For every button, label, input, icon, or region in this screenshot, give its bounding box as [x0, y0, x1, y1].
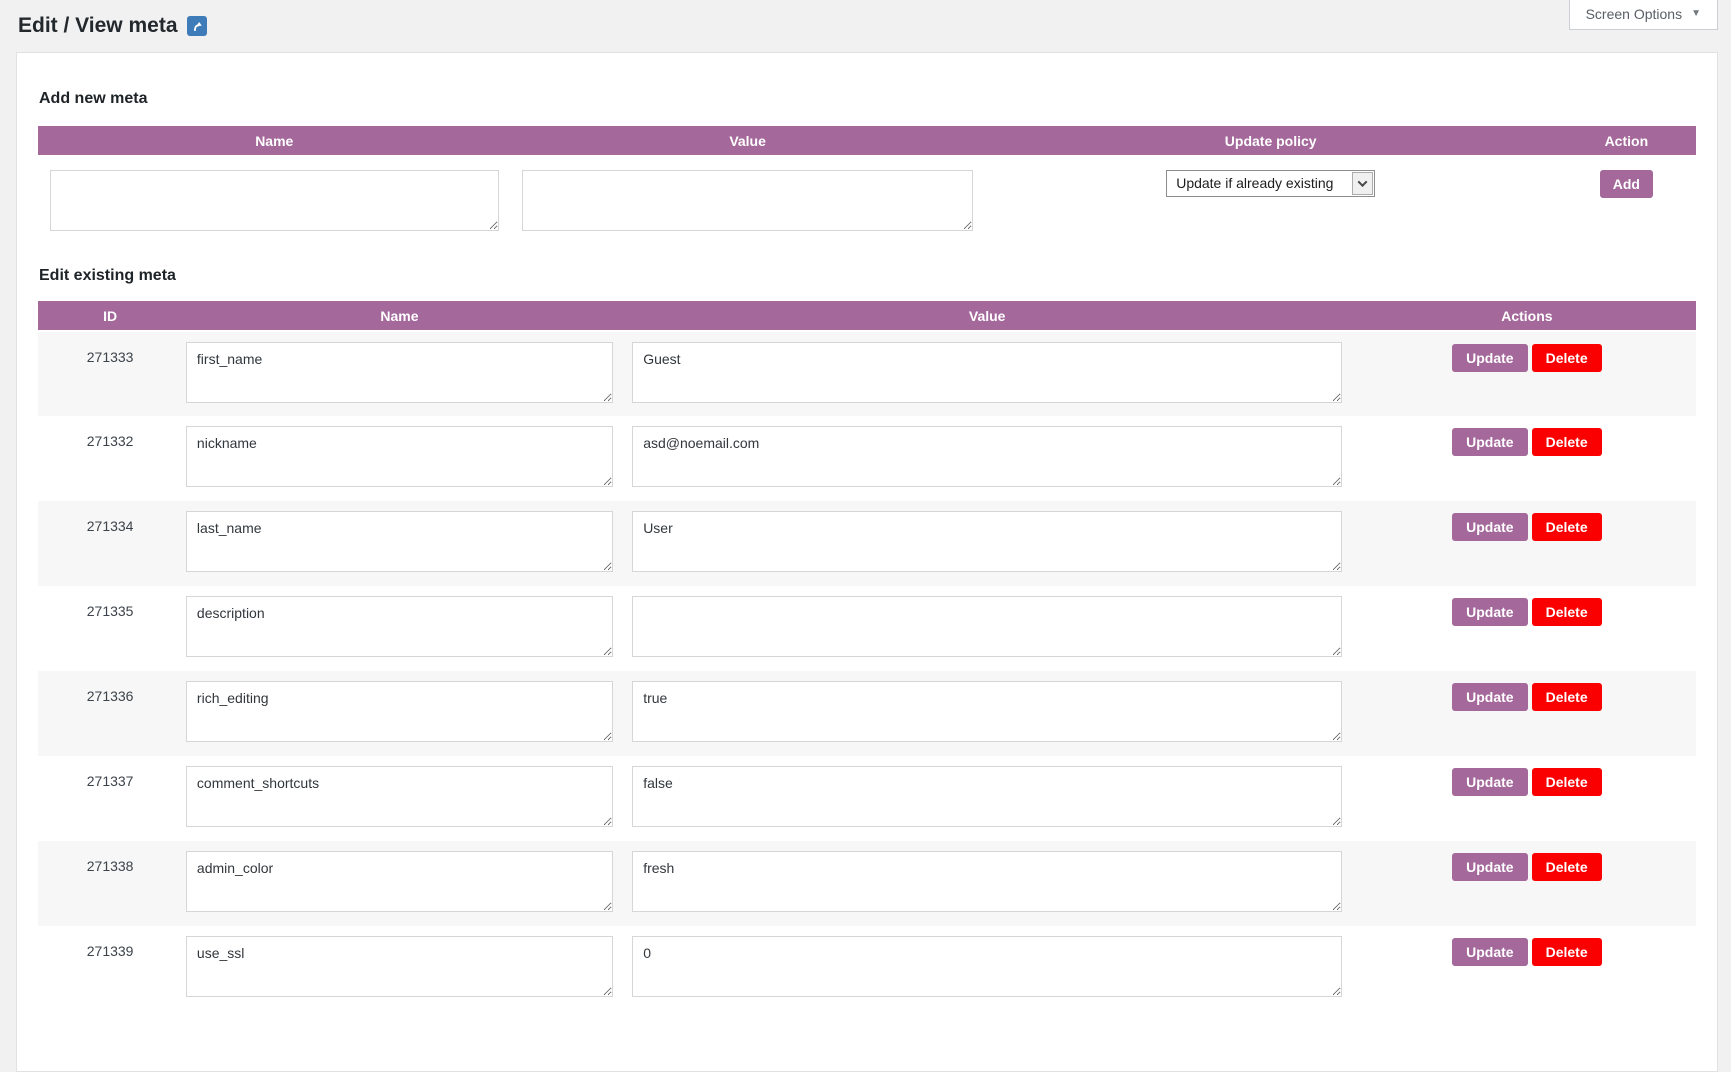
- update-button[interactable]: Update: [1452, 513, 1527, 541]
- meta-value-textarea[interactable]: fresh: [632, 851, 1342, 912]
- meta-table-row: 271333 first_name Guest UpdateDelete: [38, 331, 1696, 416]
- existing-column-header-actions: Actions: [1358, 301, 1696, 331]
- meta-table-row: 271332 nickname asd@noemail.com UpdateDe…: [38, 416, 1696, 501]
- update-button[interactable]: Update: [1452, 344, 1527, 372]
- meta-name-textarea[interactable]: use_ssl: [186, 936, 613, 997]
- meta-id: 271332: [38, 416, 182, 501]
- add-button[interactable]: Add: [1600, 170, 1653, 198]
- meta-name-textarea[interactable]: last_name: [186, 511, 613, 572]
- delete-button[interactable]: Delete: [1532, 428, 1602, 456]
- meta-table-row: 271338 admin_color fresh UpdateDelete: [38, 841, 1696, 926]
- meta-table-row: 271335 description UpdateDelete: [38, 586, 1696, 671]
- edit-existing-meta-table: ID Name Value Actions 271333 first_name …: [38, 301, 1696, 1011]
- meta-value-textarea[interactable]: [632, 596, 1342, 657]
- add-new-meta-heading: Add new meta: [39, 53, 1696, 108]
- meta-table-row: 271336 rich_editing true UpdateDelete: [38, 671, 1696, 756]
- existing-rows: 271333 first_name Guest UpdateDelete 271…: [38, 331, 1696, 1011]
- add-new-meta-row: Update if already existing Add: [38, 156, 1696, 244]
- existing-column-header-value: Value: [617, 301, 1358, 331]
- new-meta-name-input[interactable]: [50, 170, 499, 231]
- delete-button[interactable]: Delete: [1532, 938, 1602, 966]
- update-policy-select[interactable]: Update if already existing: [1166, 170, 1375, 197]
- update-button[interactable]: Update: [1452, 428, 1527, 456]
- add-new-meta-table: Name Value Update policy Action Update i…: [38, 126, 1696, 244]
- edit-existing-meta-heading: Edit existing meta: [39, 266, 1696, 285]
- meta-id: 271337: [38, 756, 182, 841]
- meta-id: 271333: [38, 331, 182, 416]
- update-policy-selected-value: Update if already existing: [1167, 171, 1351, 196]
- meta-id: 271338: [38, 841, 182, 926]
- select-chevron-icon: [1352, 172, 1373, 195]
- meta-name-textarea[interactable]: nickname: [186, 426, 613, 487]
- meta-id: 271336: [38, 671, 182, 756]
- meta-value-textarea[interactable]: Guest: [632, 342, 1342, 403]
- meta-table-row: 271334 last_name User UpdateDelete: [38, 501, 1696, 586]
- meta-value-textarea[interactable]: false: [632, 766, 1342, 827]
- meta-value-textarea[interactable]: true: [632, 681, 1342, 742]
- meta-name-textarea[interactable]: first_name: [186, 342, 613, 403]
- add-column-header-name: Name: [38, 126, 511, 156]
- meta-id: 271339: [38, 926, 182, 1011]
- delete-button[interactable]: Delete: [1532, 683, 1602, 711]
- add-column-header-policy: Update policy: [985, 126, 1557, 156]
- meta-id: 271335: [38, 586, 182, 671]
- meta-name-textarea[interactable]: admin_color: [186, 851, 613, 912]
- delete-button[interactable]: Delete: [1532, 598, 1602, 626]
- existing-column-header-name: Name: [182, 301, 616, 331]
- delete-button[interactable]: Delete: [1532, 853, 1602, 881]
- chevron-down-icon: ▼: [1691, 9, 1701, 19]
- main-panel: Add new meta Name Value Update policy Ac…: [16, 52, 1718, 1072]
- existing-table-header-row: ID Name Value Actions: [38, 301, 1696, 331]
- meta-id: 271334: [38, 501, 182, 586]
- page-header: Edit / View meta: [0, 0, 1731, 52]
- meta-table-row: 271339 use_ssl 0 UpdateDelete: [38, 926, 1696, 1011]
- page-title-text: Edit / View meta: [18, 15, 178, 37]
- new-meta-value-input[interactable]: [522, 170, 973, 231]
- update-button[interactable]: Update: [1452, 768, 1527, 796]
- meta-table-row: 271337 comment_shortcuts false UpdateDel…: [38, 756, 1696, 841]
- existing-column-header-id: ID: [38, 301, 182, 331]
- screen-options-button[interactable]: Screen Options ▼: [1569, 0, 1718, 30]
- meta-name-textarea[interactable]: comment_shortcuts: [186, 766, 613, 827]
- update-button[interactable]: Update: [1452, 598, 1527, 626]
- meta-value-textarea[interactable]: 0: [632, 936, 1342, 997]
- meta-value-textarea[interactable]: User: [632, 511, 1342, 572]
- delete-button[interactable]: Delete: [1532, 513, 1602, 541]
- meta-name-textarea[interactable]: description: [186, 596, 613, 657]
- meta-value-textarea[interactable]: asd@noemail.com: [632, 426, 1342, 487]
- page-title: Edit / View meta: [18, 15, 1731, 37]
- add-table-header-row: Name Value Update policy Action: [38, 126, 1696, 156]
- meta-name-textarea[interactable]: rich_editing: [186, 681, 613, 742]
- add-column-header-action: Action: [1557, 126, 1696, 156]
- screen-options-label: Screen Options: [1586, 6, 1683, 22]
- delete-button[interactable]: Delete: [1532, 768, 1602, 796]
- update-button[interactable]: Update: [1452, 938, 1527, 966]
- curved-arrow-badge-icon[interactable]: [187, 16, 207, 36]
- delete-button[interactable]: Delete: [1532, 344, 1602, 372]
- add-column-header-value: Value: [511, 126, 985, 156]
- update-button[interactable]: Update: [1452, 853, 1527, 881]
- update-button[interactable]: Update: [1452, 683, 1527, 711]
